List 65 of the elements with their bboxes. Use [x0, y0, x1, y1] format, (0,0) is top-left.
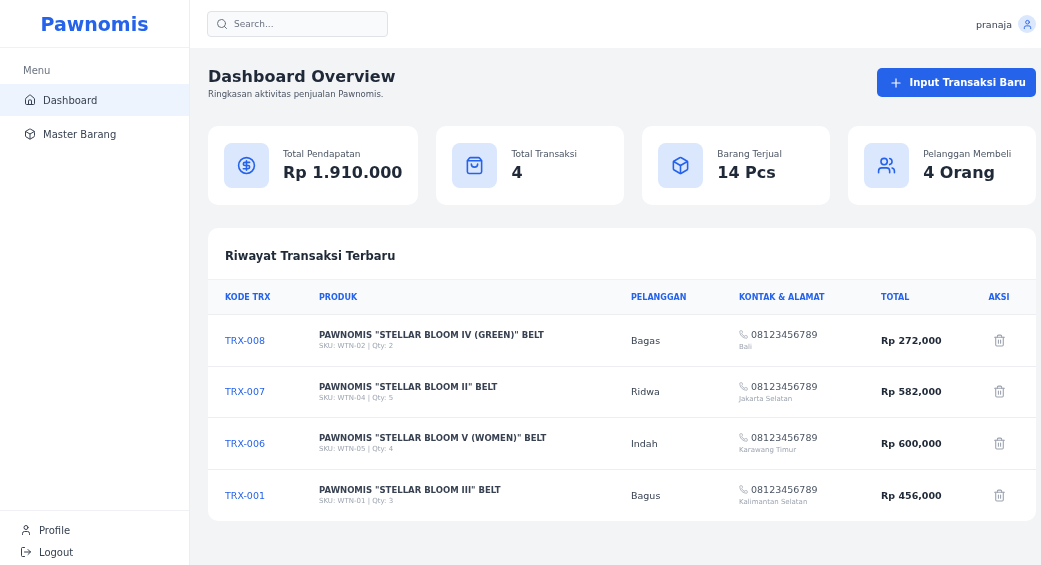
- table-title: Riwayat Transaksi Terbaru: [224, 248, 397, 265]
- sidebar-item[interactable]: Profile: [0, 519, 189, 541]
- transaction-code-link[interactable]: TRX-006: [225, 437, 302, 449]
- column-header: PRODUK: [318, 292, 359, 302]
- stat-value: 4 Orang: [923, 163, 996, 182]
- dollar-icon: [237, 156, 256, 175]
- search-field[interactable]: Search...: [207, 11, 388, 37]
- transaction-code-link[interactable]: TRX-001: [225, 489, 302, 501]
- stat-label: Barang Terjual: [717, 149, 782, 159]
- column-header: TOTAL: [880, 292, 911, 302]
- sidebar-item[interactable]: Master Barang: [0, 118, 189, 150]
- avatar-icon[interactable]: [1018, 15, 1036, 33]
- column-header: KODE TRX: [224, 292, 272, 302]
- stat-label: Pelanggan Membeli: [923, 149, 1012, 159]
- users-icon: [877, 156, 897, 175]
- transaction-code-link[interactable]: TRX-007: [225, 386, 302, 398]
- user-icon: [20, 524, 32, 536]
- customer-name: Bagus: [631, 489, 662, 501]
- phone-number: 08123456789: [751, 329, 818, 341]
- delete-button[interactable]: [992, 488, 1006, 502]
- stat-label: Total Transaksi: [511, 149, 578, 159]
- phone-icon: [739, 485, 748, 495]
- column-header: AKSI: [987, 292, 1011, 302]
- phone-number: 08123456789: [751, 380, 818, 392]
- phone-icon: [739, 381, 748, 391]
- total-amount: Rp 582,000: [881, 386, 943, 398]
- sidebar-item[interactable]: Dashboard: [0, 84, 189, 116]
- total-amount: Rp 456,000: [881, 489, 943, 501]
- customer-name: Indah: [631, 437, 659, 449]
- column-header: KONTAK & ALAMAT: [738, 292, 826, 302]
- customer-name: Ridwa: [631, 386, 661, 398]
- total-amount: Rp 272,000: [881, 334, 943, 346]
- product-name: PAWNOMIS "STELLAR BLOOM IV (GREEN)" BELT: [319, 330, 545, 341]
- home-icon: [24, 94, 36, 106]
- transaction-code-link[interactable]: TRX-008: [225, 334, 302, 346]
- logout-icon: [20, 546, 32, 558]
- search-icon: [216, 18, 228, 30]
- customer-name: Bagas: [631, 334, 662, 346]
- phone-icon: [739, 433, 748, 443]
- box-icon: [24, 128, 36, 140]
- stat-label: Total Pendapatan: [283, 149, 362, 159]
- phone-number: 08123456789: [751, 484, 818, 496]
- user-name: pranaja: [975, 18, 1012, 30]
- page-title: Dashboard Overview: [208, 67, 396, 86]
- brand-logo[interactable]: Pawnomis: [0, 0, 189, 48]
- product-name: PAWNOMIS "STELLAR BLOOM III" BELT: [319, 485, 502, 496]
- stat-value: Rp 1.910.000: [283, 163, 403, 182]
- column-header: PELANGGAN: [630, 292, 688, 302]
- sidebar-item[interactable]: Logout: [0, 541, 189, 563]
- delete-button[interactable]: [992, 385, 1006, 399]
- product-name: PAWNOMIS "STELLAR BLOOM V (WOMEN)" BELT: [319, 433, 548, 444]
- phone-number: 08123456789: [751, 432, 818, 444]
- phone-icon: [739, 330, 748, 340]
- product-name: PAWNOMIS "STELLAR BLOOM II" BELT: [319, 381, 499, 392]
- menu-heading: Menu: [22, 64, 52, 78]
- shopping-bag-icon: [465, 156, 485, 175]
- delete-button[interactable]: [992, 436, 1006, 450]
- stat-value: 4: [511, 163, 524, 182]
- page-subtitle: Ringkasan aktivitas penjualan Pawnomis.: [208, 89, 385, 99]
- delete-button[interactable]: [992, 333, 1006, 347]
- box-icon: [671, 156, 691, 175]
- plus-icon: [889, 75, 904, 90]
- new-transaction-button[interactable]: Input Transaksi Baru: [877, 68, 1036, 97]
- stat-value: 14 Pcs: [717, 163, 777, 182]
- total-amount: Rp 600,000: [881, 437, 943, 449]
